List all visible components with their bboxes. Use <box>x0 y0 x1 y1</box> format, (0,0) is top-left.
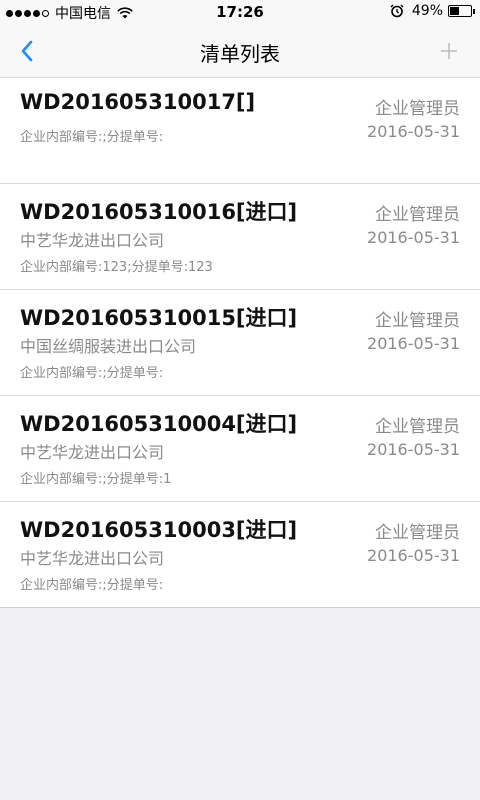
item-company: 中艺华龙进出口公司 <box>20 443 165 462</box>
nav-bar: 清单列表 <box>0 24 480 78</box>
item-date: 2016-05-31 <box>367 546 460 565</box>
item-date: 2016-05-31 <box>367 122 460 141</box>
list-item[interactable]: WD201605310017[] 企业内部编号:;分提单号: 企业管理员 201… <box>0 78 480 184</box>
item-title: WD201605310015[进口] <box>20 306 298 330</box>
item-role: 企业管理员 <box>375 99 460 119</box>
list-item[interactable]: WD201605310015[进口] 中国丝绸服装进出口公司 企业内部编号:;分… <box>0 290 480 396</box>
item-numbers: 企业内部编号:;分提单号:1 <box>20 472 172 487</box>
item-date: 2016-05-31 <box>367 334 460 353</box>
item-numbers: 企业内部编号:;分提单号: <box>20 366 164 381</box>
item-company: 中艺华龙进出口公司 <box>20 549 165 568</box>
item-company: 中艺华龙进出口公司 <box>20 231 165 250</box>
plus-icon <box>441 43 457 59</box>
list-item[interactable]: WD201605310004[进口] 中艺华龙进出口公司 企业内部编号:;分提单… <box>0 396 480 502</box>
manifest-list: WD201605310017[] 企业内部编号:;分提单号: 企业管理员 201… <box>0 78 480 608</box>
item-title: WD201605310003[进口] <box>20 518 298 542</box>
item-role: 企业管理员 <box>375 417 460 437</box>
page-title: 清单列表 <box>200 42 280 66</box>
item-numbers: 企业内部编号:123;分提单号:123 <box>20 260 213 275</box>
item-date: 2016-05-31 <box>367 228 460 247</box>
add-button[interactable] <box>434 36 464 66</box>
status-bar: 中国电信 17:26 49% <box>0 0 480 24</box>
item-numbers: 企业内部编号:;分提单号: <box>20 578 164 593</box>
list-item[interactable]: WD201605310016[进口] 中艺华龙进出口公司 企业内部编号:123;… <box>0 184 480 290</box>
item-company: 中国丝绸服装进出口公司 <box>20 337 197 356</box>
item-title: WD201605310017[] <box>20 90 256 114</box>
item-title: WD201605310004[进口] <box>20 412 298 436</box>
battery-icon <box>448 5 475 17</box>
item-date: 2016-05-31 <box>367 440 460 459</box>
item-role: 企业管理员 <box>375 205 460 225</box>
item-numbers: 企业内部编号:;分提单号: <box>20 130 164 145</box>
item-role: 企业管理员 <box>375 523 460 543</box>
battery-fill <box>450 7 460 15</box>
item-role: 企业管理员 <box>375 311 460 331</box>
alarm-clock-icon <box>390 4 404 18</box>
list-item[interactable]: WD201605310003[进口] 中艺华龙进出口公司 企业内部编号:;分提单… <box>0 502 480 608</box>
item-title: WD201605310016[进口] <box>20 200 298 224</box>
battery-percent: 49% <box>411 3 443 19</box>
status-right: 49% <box>390 3 475 19</box>
